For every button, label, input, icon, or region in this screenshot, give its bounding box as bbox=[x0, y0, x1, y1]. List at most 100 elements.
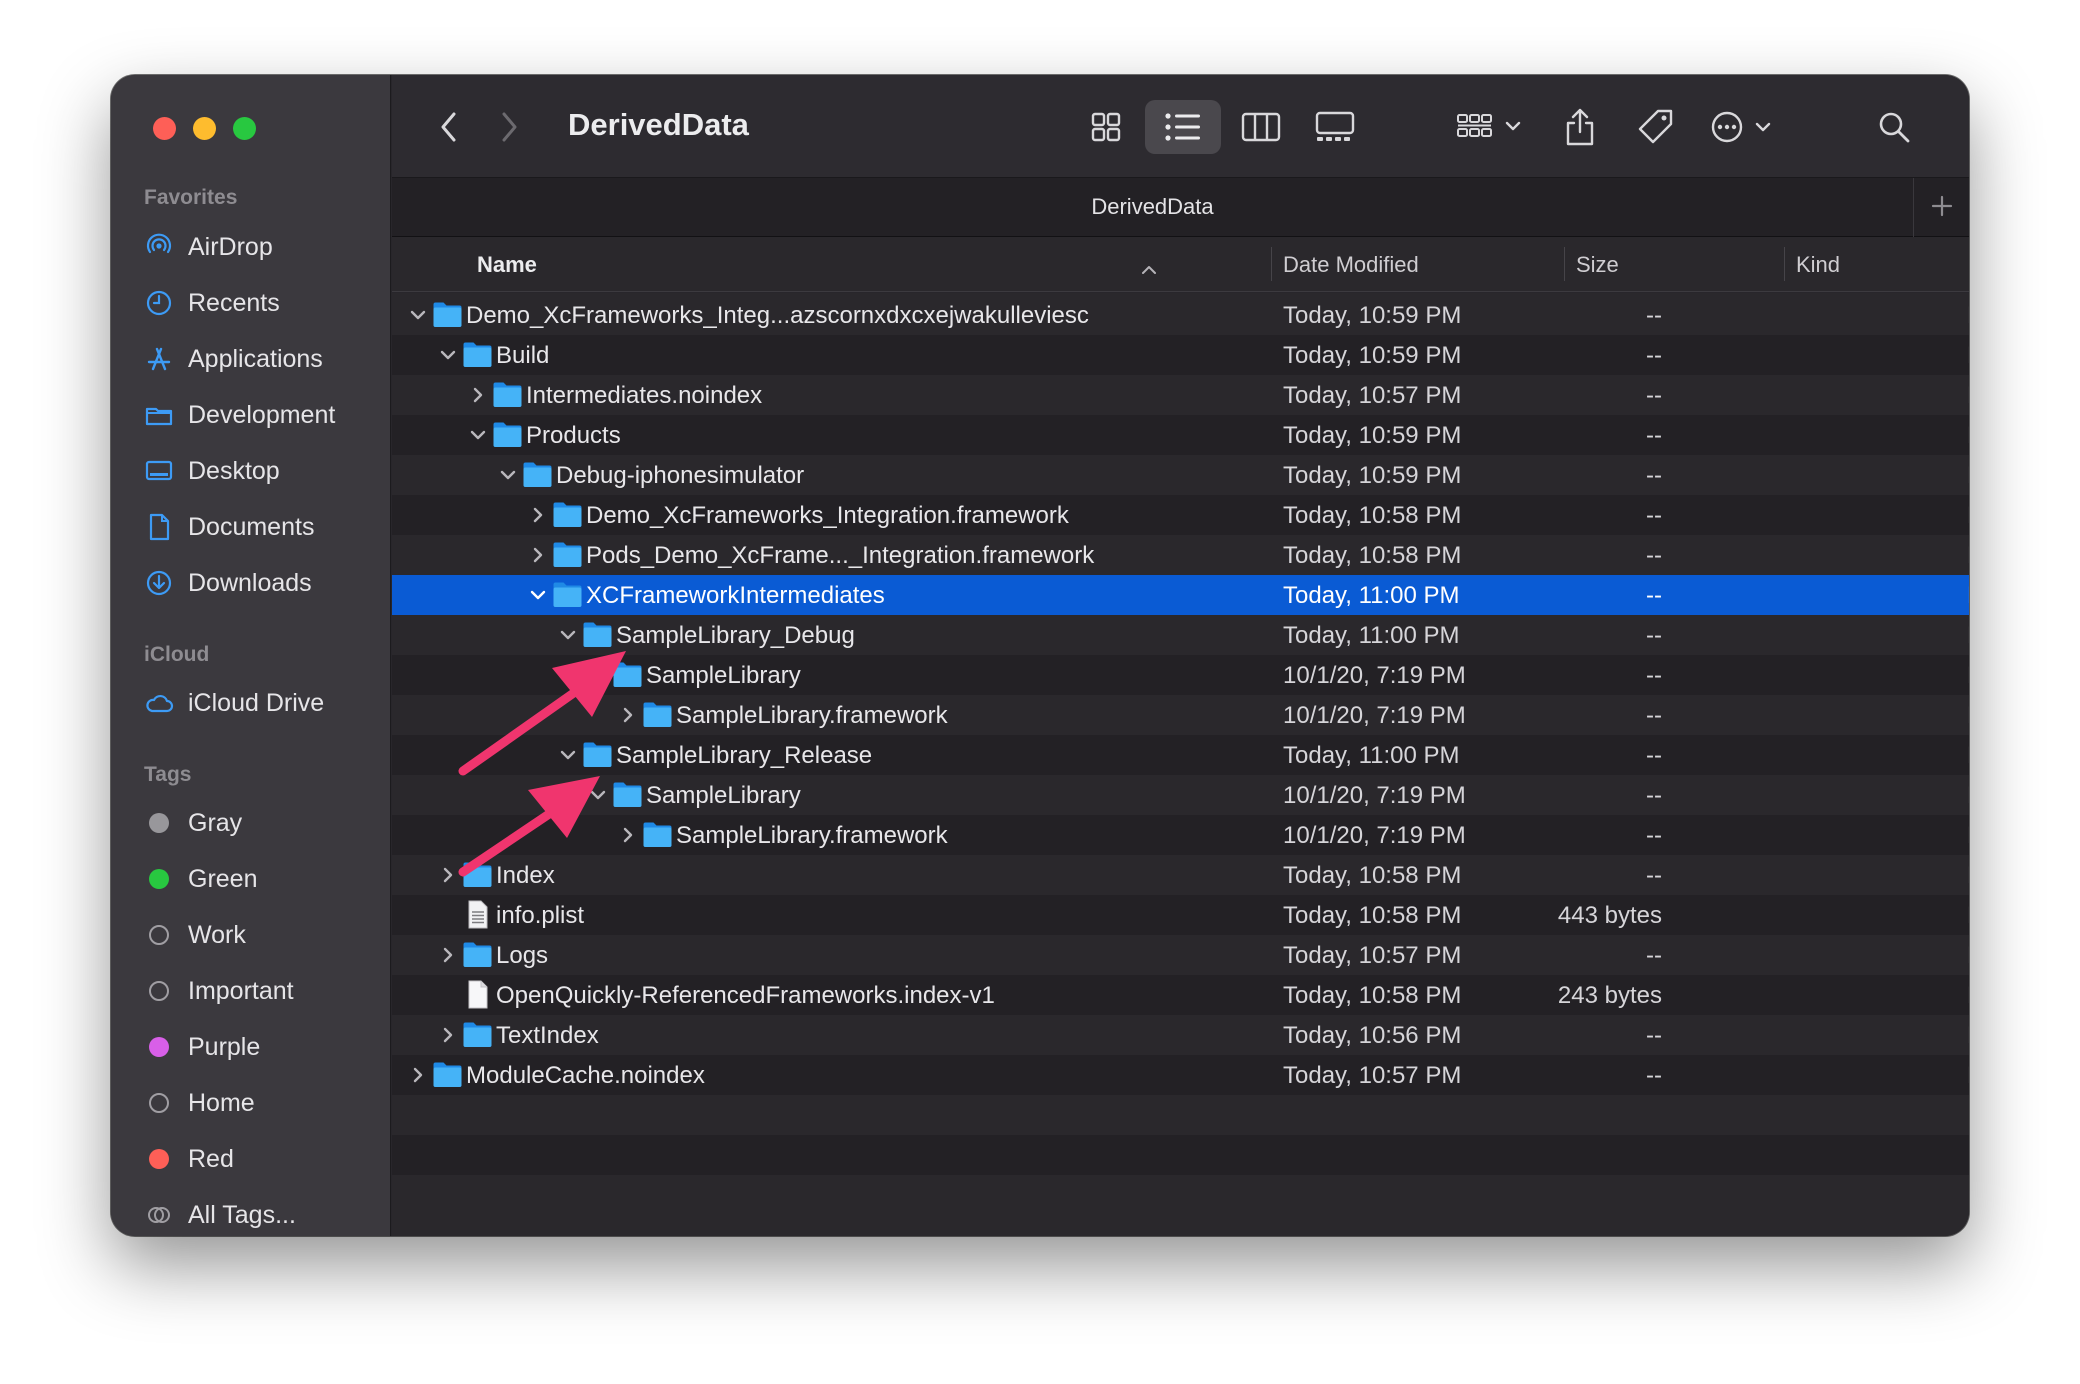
ellipsis-circle-icon bbox=[1709, 109, 1781, 145]
table-row[interactable]: Build Today, 10:59 PM -- Folder bbox=[392, 335, 1969, 375]
chevron-down-icon[interactable] bbox=[497, 462, 519, 488]
chevron-down-icon[interactable] bbox=[527, 582, 549, 608]
column-divider[interactable] bbox=[1564, 247, 1565, 281]
table-row[interactable]: ModuleCache.noindex Today, 10:57 PM -- Fold… bbox=[392, 1055, 1969, 1095]
sidebar-item-icloud-drive[interactable]: iCloud Drive bbox=[144, 683, 324, 723]
sort-ascending-icon[interactable] bbox=[1140, 255, 1158, 281]
group-button[interactable] bbox=[1454, 105, 1528, 149]
folder-icon bbox=[612, 660, 643, 689]
icon-view-button[interactable] bbox=[1077, 105, 1135, 149]
table-row[interactable]: XCFrameworkIntermediates Today, 11:00 PM -… bbox=[392, 575, 1969, 615]
chevron-right-icon[interactable] bbox=[527, 502, 549, 528]
column-date-modified[interactable]: Date Modified bbox=[1283, 252, 1419, 278]
chevron-down-icon[interactable] bbox=[587, 782, 609, 808]
file-date-modified: Today, 10:59 PM bbox=[1283, 342, 1462, 369]
forward-button[interactable] bbox=[492, 105, 526, 149]
table-row[interactable]: TextIndex Today, 10:56 PM -- Folder bbox=[392, 1015, 1969, 1055]
column-size[interactable]: Size bbox=[1576, 252, 1619, 278]
tag-label: Gray bbox=[188, 808, 243, 837]
list-view-button[interactable] bbox=[1145, 100, 1221, 154]
tag-gray[interactable]: Gray bbox=[144, 803, 242, 843]
grid-icon bbox=[1089, 110, 1123, 144]
table-row[interactable]: Demo_XcFrameworks_Integ...azscornxdxcxej… bbox=[392, 295, 1969, 335]
chevron-right-icon[interactable] bbox=[437, 862, 459, 888]
column-divider[interactable] bbox=[1271, 247, 1272, 281]
tag-button[interactable] bbox=[1634, 105, 1678, 149]
tag-label: Important bbox=[188, 976, 294, 1005]
gallery-view-button[interactable] bbox=[1302, 105, 1368, 149]
chevron-down-icon[interactable] bbox=[557, 742, 579, 768]
column-divider[interactable] bbox=[1784, 247, 1785, 281]
sidebar-item-documents[interactable]: Documents bbox=[144, 507, 314, 547]
table-row[interactable]: OpenQuickly-ReferencedFrameworks.index-v… bbox=[392, 975, 1969, 1015]
sidebar: Favorites AirDrop Recents Applications D… bbox=[111, 75, 391, 1236]
file-date-modified: Today, 11:00 PM bbox=[1283, 742, 1460, 769]
tag-red[interactable]: Red bbox=[144, 1139, 234, 1179]
folder-icon bbox=[432, 300, 463, 329]
chevron-right-icon[interactable] bbox=[617, 822, 639, 848]
tag-important[interactable]: Important bbox=[144, 971, 294, 1011]
back-button[interactable] bbox=[432, 105, 466, 149]
chevron-right-icon[interactable] bbox=[437, 1022, 459, 1048]
file-kind: Folder bbox=[1967, 462, 1969, 490]
table-row[interactable]: SampleLibrary 10/1/20, 7:19 PM -- Folder bbox=[392, 655, 1969, 695]
table-row[interactable]: SampleLibrary_Debug Today, 11:00 PM -- Fold… bbox=[392, 615, 1969, 655]
table-row[interactable]: Demo_XcFrameworks_Integration.framework T… bbox=[392, 495, 1969, 535]
column-kind[interactable]: Kind bbox=[1796, 252, 1840, 278]
column-name[interactable]: Name bbox=[477, 252, 537, 278]
chevron-down-icon[interactable] bbox=[557, 622, 579, 648]
table-row[interactable]: Index Today, 10:58 PM -- Folder bbox=[392, 855, 1969, 895]
table-row[interactable]: SampleLibrary.framework 10/1/20, 7:19 PM -… bbox=[392, 815, 1969, 855]
file-name: Products bbox=[526, 422, 621, 449]
minimize-window-button[interactable] bbox=[193, 117, 216, 140]
sidebar-item-airdrop[interactable]: AirDrop bbox=[144, 227, 273, 267]
sidebar-item-recents[interactable]: Recents bbox=[144, 283, 280, 323]
table-row[interactable]: SampleLibrary_Release Today, 11:00 PM -- Fo… bbox=[392, 735, 1969, 775]
search-button[interactable] bbox=[1872, 105, 1916, 149]
tag-label: All Tags... bbox=[188, 1200, 296, 1229]
table-row[interactable]: SampleLibrary.framework 10/1/20, 7:19 PM -… bbox=[392, 695, 1969, 735]
file-name: Index bbox=[496, 862, 555, 889]
column-view-button[interactable] bbox=[1232, 105, 1290, 149]
sidebar-item-downloads[interactable]: Downloads bbox=[144, 563, 312, 603]
file-date-modified: Today, 10:58 PM bbox=[1283, 862, 1462, 889]
sidebar-item-desktop[interactable]: Desktop bbox=[144, 451, 280, 491]
table-row[interactable]: Logs Today, 10:57 PM -- Folder bbox=[392, 935, 1969, 975]
more-actions-button[interactable] bbox=[1708, 105, 1782, 149]
table-row[interactable]: Intermediates.noindex Today, 10:57 PM -- Fo… bbox=[392, 375, 1969, 415]
tag-green[interactable]: Green bbox=[144, 859, 257, 899]
table-row[interactable]: SampleLibrary 10/1/20, 7:19 PM -- Folder bbox=[392, 775, 1969, 815]
chevron-right-icon[interactable] bbox=[527, 542, 549, 568]
chevron-down-icon[interactable] bbox=[437, 342, 459, 368]
chevron-down-icon[interactable] bbox=[407, 302, 429, 328]
folder-icon bbox=[432, 1060, 463, 1089]
chevron-down-icon[interactable] bbox=[467, 422, 489, 448]
close-window-button[interactable] bbox=[153, 117, 176, 140]
chevron-right-icon[interactable] bbox=[467, 382, 489, 408]
share-button[interactable] bbox=[1560, 105, 1600, 149]
zoom-window-button[interactable] bbox=[233, 117, 256, 140]
chevron-right-icon[interactable] bbox=[617, 702, 639, 728]
table-row[interactable]: info.plist Today, 10:58 PM 443 bytes Proper… bbox=[392, 895, 1969, 935]
file-kind: Folder bbox=[1967, 1022, 1969, 1050]
desktop-icon bbox=[144, 456, 174, 486]
chevron-right-icon[interactable] bbox=[437, 942, 459, 968]
file-name: Intermediates.noindex bbox=[526, 382, 763, 409]
folder-icon bbox=[552, 540, 583, 569]
all-tags[interactable]: All Tags... bbox=[144, 1195, 296, 1235]
tag-work[interactable]: Work bbox=[144, 915, 246, 955]
folder-icon bbox=[552, 500, 583, 529]
tag-home[interactable]: Home bbox=[144, 1083, 255, 1123]
table-row[interactable]: Pods_Demo_XcFrame..._Integration.framewo… bbox=[392, 535, 1969, 575]
tab-title[interactable]: DerivedData bbox=[392, 194, 1913, 220]
tag-dot-icon bbox=[149, 869, 169, 889]
chevron-down-icon[interactable] bbox=[587, 662, 609, 688]
table-row[interactable]: Products Today, 10:59 PM -- Folder bbox=[392, 415, 1969, 455]
tag-purple[interactable]: Purple bbox=[144, 1027, 260, 1067]
group-icon bbox=[1455, 110, 1527, 144]
sidebar-item-applications[interactable]: Applications bbox=[144, 339, 323, 379]
table-row[interactable]: Debug-iphonesimulator Today, 10:59 PM -- Fo… bbox=[392, 455, 1969, 495]
new-tab-button[interactable] bbox=[1913, 178, 1969, 238]
sidebar-item-development[interactable]: Development bbox=[144, 395, 335, 435]
chevron-right-icon[interactable] bbox=[407, 1062, 429, 1088]
